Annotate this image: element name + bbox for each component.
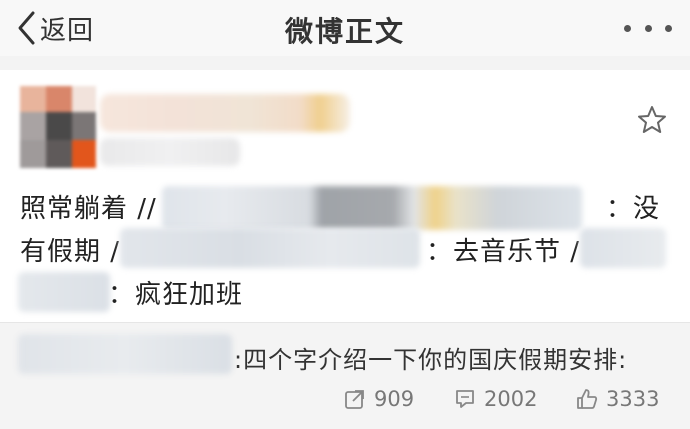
more-horizontal-icon-dot <box>644 24 652 32</box>
comment-icon <box>456 390 474 408</box>
more-horizontal-icon <box>624 24 631 32</box>
like-count: 3333 <box>606 387 660 411</box>
more-button[interactable] <box>624 14 672 42</box>
section-divider <box>0 56 690 70</box>
post-meta-redacted <box>100 138 240 166</box>
repost-action[interactable]: 909 <box>344 384 414 414</box>
redacted-username <box>580 228 666 268</box>
redacted-username <box>18 334 232 374</box>
repost-icon <box>345 390 364 409</box>
post-text-line-1: 照常躺着 // <box>20 194 157 224</box>
star-outline-icon[interactable] <box>636 104 668 136</box>
post-text-line-2: 有假期 / <box>20 237 121 267</box>
like-action[interactable]: 3333 <box>576 384 659 414</box>
post-text-line-3: ：疯狂加班 <box>108 280 244 310</box>
more-horizontal-icon-dot <box>665 24 672 32</box>
repost-count: 909 <box>374 387 415 411</box>
page-title: 微博正文 <box>284 15 405 48</box>
repost-source-text[interactable]: :四个字介绍一下你的国庆假期安排: <box>234 340 627 375</box>
post-text-line-2-mid: ：去音乐节 / <box>426 237 581 267</box>
redacted-username <box>120 228 420 268</box>
avatar[interactable] <box>20 86 96 168</box>
username-redacted[interactable] <box>100 94 350 132</box>
redacted-username <box>162 186 582 230</box>
redacted-username <box>18 272 110 312</box>
thumbs-up-icon <box>577 389 598 409</box>
comment-count: 2002 <box>484 387 538 411</box>
post-text-line-1-end: ：没 <box>606 194 661 224</box>
comment-action[interactable]: 2002 <box>454 384 537 414</box>
nav-bar: 返回 微博正文 <box>0 0 690 56</box>
